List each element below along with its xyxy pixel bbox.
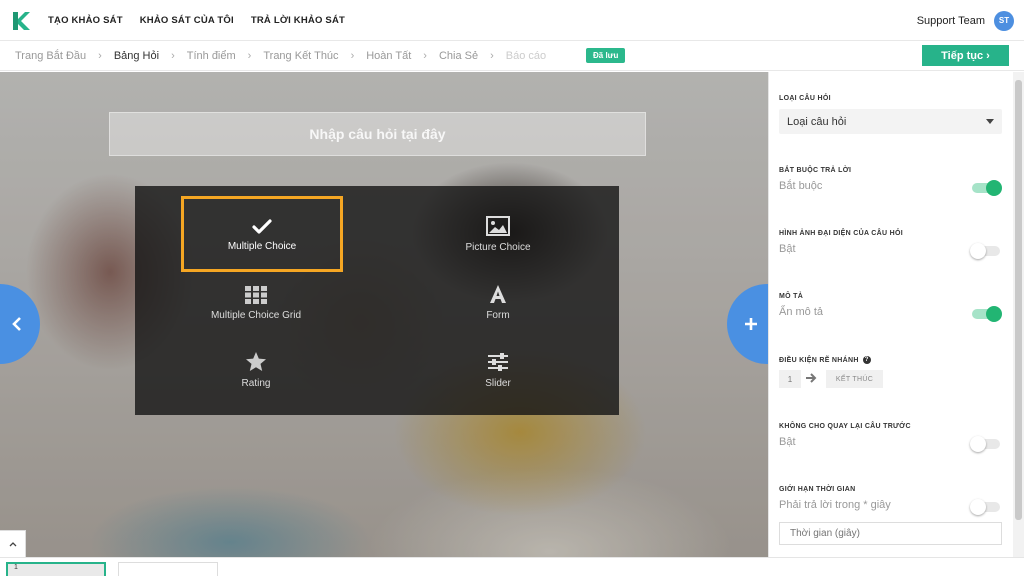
time-limit-toggle[interactable]: [970, 499, 1000, 515]
breadcrumb-separator: ›: [171, 50, 175, 62]
star-icon: [245, 346, 267, 372]
type-label: Form: [486, 310, 510, 321]
type-label: Picture Choice: [465, 242, 531, 253]
settings-panel: LOẠI CÂU HỎI Loại câu hỏi BẮT BUỘC TRẢ L…: [768, 72, 1013, 557]
question-image-toggle[interactable]: [970, 243, 1000, 259]
question-image-label: Bật: [779, 243, 796, 255]
breadcrumb-separator: ›: [247, 50, 252, 62]
time-limit-input[interactable]: [779, 522, 1002, 545]
no-back-toggle[interactable]: [970, 436, 1000, 452]
question-type-panel: Multiple Choice Picture Choice Multiple …: [135, 186, 619, 415]
type-multiple-choice-grid[interactable]: Multiple Choice Grid: [176, 268, 336, 330]
description-label: Ẩn mô tả: [779, 306, 824, 318]
required-toggle[interactable]: [972, 180, 1002, 196]
breadcrumb-separator: ›: [490, 50, 494, 62]
nav-create-survey[interactable]: TẠO KHẢO SÁT: [48, 15, 123, 26]
branching-title: ĐIỀU KIỆN RẼ NHÁNH?: [779, 356, 871, 364]
required-title: BẮT BUỘC TRẢ LỜI: [779, 167, 852, 174]
type-picture-choice[interactable]: Picture Choice: [418, 200, 578, 262]
step-questionnaire[interactable]: Bảng Hỏi: [114, 50, 159, 62]
chevron-left-icon: [12, 317, 21, 331]
plus-icon: [745, 318, 757, 330]
question-image-title: HÌNH ẢNH ĐẠI DIỆN CỦA CÂU HỎI: [779, 230, 903, 237]
top-nav: TẠO KHẢO SÁT KHẢO SÁT CỦA TÔI TRẢ LỜI KH…: [0, 0, 1024, 41]
branching-title-text: ĐIỀU KIỆN RẼ NHÁNH: [779, 356, 859, 364]
avatar[interactable]: ST: [994, 10, 1014, 31]
slide-thumbnail-1[interactable]: 1: [6, 562, 106, 576]
question-type-title: LOẠI CÂU HỎI: [779, 95, 831, 102]
settings-scrollbar-thumb[interactable]: [1015, 80, 1022, 520]
breadcrumb: Trang Bắt Đầu › Bảng Hỏi › Tính điểm › T…: [15, 41, 546, 71]
type-rating[interactable]: Rating: [176, 336, 336, 398]
time-limit-title: GIỚI HẠN THỜI GIAN: [779, 486, 856, 493]
required-label: Bắt buộc: [779, 180, 823, 192]
caret-down-icon: [986, 119, 994, 124]
description-title: MÔ TẢ: [779, 293, 804, 300]
type-label: Slider: [485, 378, 511, 389]
user-name[interactable]: Support Team: [917, 15, 985, 27]
chevron-up-icon: [9, 541, 16, 546]
check-icon: [252, 209, 272, 235]
saved-badge: Đã lưu: [586, 48, 626, 63]
grid-icon: [245, 278, 267, 304]
logo-icon[interactable]: [10, 10, 32, 32]
breadcrumb-separator: ›: [423, 50, 427, 62]
description-toggle[interactable]: [972, 306, 1002, 322]
step-start-page[interactable]: Trang Bắt Đầu: [15, 50, 86, 62]
toggle-knob: [970, 243, 986, 259]
toggle-knob: [970, 436, 986, 452]
step-scoring[interactable]: Tính điểm: [187, 50, 236, 62]
main-menu: TẠO KHẢO SÁT KHẢO SÁT CỦA TÔI TRẢ LỜI KH…: [48, 0, 362, 41]
toggle-knob: [970, 499, 986, 515]
breadcrumb-separator: ›: [98, 50, 102, 62]
type-multiple-choice[interactable]: Multiple Choice: [181, 196, 343, 272]
branch-from-input[interactable]: 1: [779, 370, 801, 388]
letter-a-icon: [487, 278, 509, 304]
previous-question-button[interactable]: [0, 284, 40, 364]
type-label: Rating: [241, 378, 271, 389]
step-end-page[interactable]: Trang Kết Thúc: [263, 50, 338, 62]
slide-thumbnail-2[interactable]: [118, 562, 218, 576]
no-back-title: KHÔNG CHO QUAY LẠI CÂU TRƯỚC: [779, 423, 911, 430]
type-slider[interactable]: Slider: [418, 336, 578, 398]
no-back-label: Bật: [779, 436, 796, 448]
image-icon: [486, 210, 510, 236]
toggle-knob: [986, 306, 1002, 322]
time-limit-label: Phải trả lời trong * giây: [779, 499, 891, 511]
nav-my-surveys[interactable]: KHẢO SÁT CỦA TÔI: [140, 15, 234, 26]
collapse-strip-button[interactable]: [0, 530, 26, 557]
sliders-icon: [487, 346, 509, 372]
add-question-button[interactable]: [727, 284, 768, 364]
type-label: Multiple Choice: [227, 241, 297, 252]
nav-answer-surveys[interactable]: TRẢ LỜI KHẢO SÁT: [251, 15, 345, 26]
question-type-select[interactable]: Loại câu hỏi: [779, 109, 1002, 134]
breadcrumb-separator: ›: [350, 50, 355, 62]
branch-to-select[interactable]: KẾT THÚC: [826, 370, 883, 388]
user-menu[interactable]: Support Team ST: [917, 0, 1014, 41]
step-bar: Trang Bắt Đầu › Bảng Hỏi › Tính điểm › T…: [0, 41, 1024, 71]
type-label: Multiple Choice Grid: [210, 310, 302, 321]
slide-number: 1: [14, 564, 18, 571]
question-canvas: Nhập câu hỏi tại đây Multiple Choice Pic…: [0, 72, 768, 557]
continue-button[interactable]: Tiếp tục ›: [922, 45, 1009, 66]
type-form[interactable]: Form: [418, 268, 578, 330]
help-icon[interactable]: ?: [862, 356, 871, 364]
step-share[interactable]: Chia Sẻ: [439, 50, 478, 62]
step-finish[interactable]: Hoàn Tất: [366, 50, 411, 62]
arrow-right-icon: [806, 373, 817, 383]
question-type-value: Loại câu hỏi: [787, 115, 847, 128]
toggle-knob: [986, 180, 1002, 196]
step-report[interactable]: Báo cáo: [506, 50, 546, 62]
question-input[interactable]: Nhập câu hỏi tại đây: [109, 112, 646, 156]
